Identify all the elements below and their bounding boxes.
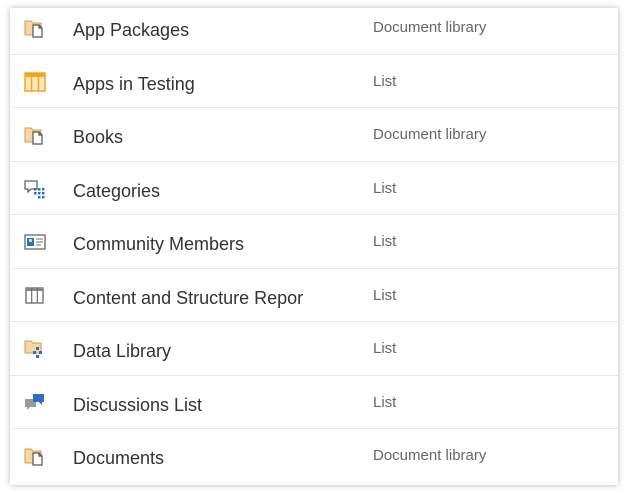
site-contents-panel: App Packages Document library Apps in Te… <box>10 8 618 485</box>
list-item[interactable]: Documents Document library <box>10 429 618 483</box>
item-type: List <box>373 340 397 357</box>
item-name[interactable]: Data Library <box>73 340 303 362</box>
list-item[interactable]: Data Library List <box>10 322 618 376</box>
item-type: Document library <box>373 447 487 464</box>
list-item[interactable]: Content and Structure Reports List <box>10 269 618 322</box>
item-name[interactable]: Books <box>73 126 303 148</box>
item-type: List <box>373 393 397 411</box>
item-name[interactable]: App Packages <box>73 19 303 41</box>
list-item[interactable]: App Packages Document library <box>10 8 618 55</box>
item-type: List <box>373 179 397 197</box>
item-type: List <box>373 233 397 250</box>
list-item[interactable]: Community Members List <box>10 215 618 269</box>
categories-icon <box>23 177 47 201</box>
item-name[interactable]: Documents <box>73 447 303 469</box>
document-library-icon <box>23 16 47 40</box>
item-type: Document library <box>373 126 487 143</box>
item-name[interactable]: Community Members <box>73 233 303 255</box>
item-type: List <box>373 72 397 90</box>
item-name[interactable]: Apps in Testing <box>73 73 303 95</box>
list-item[interactable]: Discussions List List <box>10 376 618 429</box>
site-contents-list: App Packages Document library Apps in Te… <box>10 8 618 483</box>
list-item[interactable]: Books Document library <box>10 108 618 162</box>
list-table-icon <box>23 70 47 94</box>
grid-list-icon <box>23 284 47 308</box>
item-name[interactable]: Discussions List <box>73 394 303 416</box>
discussion-icon <box>23 391 47 415</box>
item-type: List <box>373 286 397 304</box>
data-library-icon <box>23 337 47 361</box>
list-item[interactable]: Apps in Testing List <box>10 55 618 108</box>
document-library-icon <box>23 444 47 468</box>
contact-card-icon <box>23 230 47 254</box>
item-type: Document library <box>373 19 487 36</box>
item-name[interactable]: Categories <box>73 180 303 202</box>
item-name[interactable]: Content and Structure Reports <box>73 287 303 309</box>
list-item[interactable]: Categories List <box>10 162 618 215</box>
document-library-icon <box>23 123 47 147</box>
